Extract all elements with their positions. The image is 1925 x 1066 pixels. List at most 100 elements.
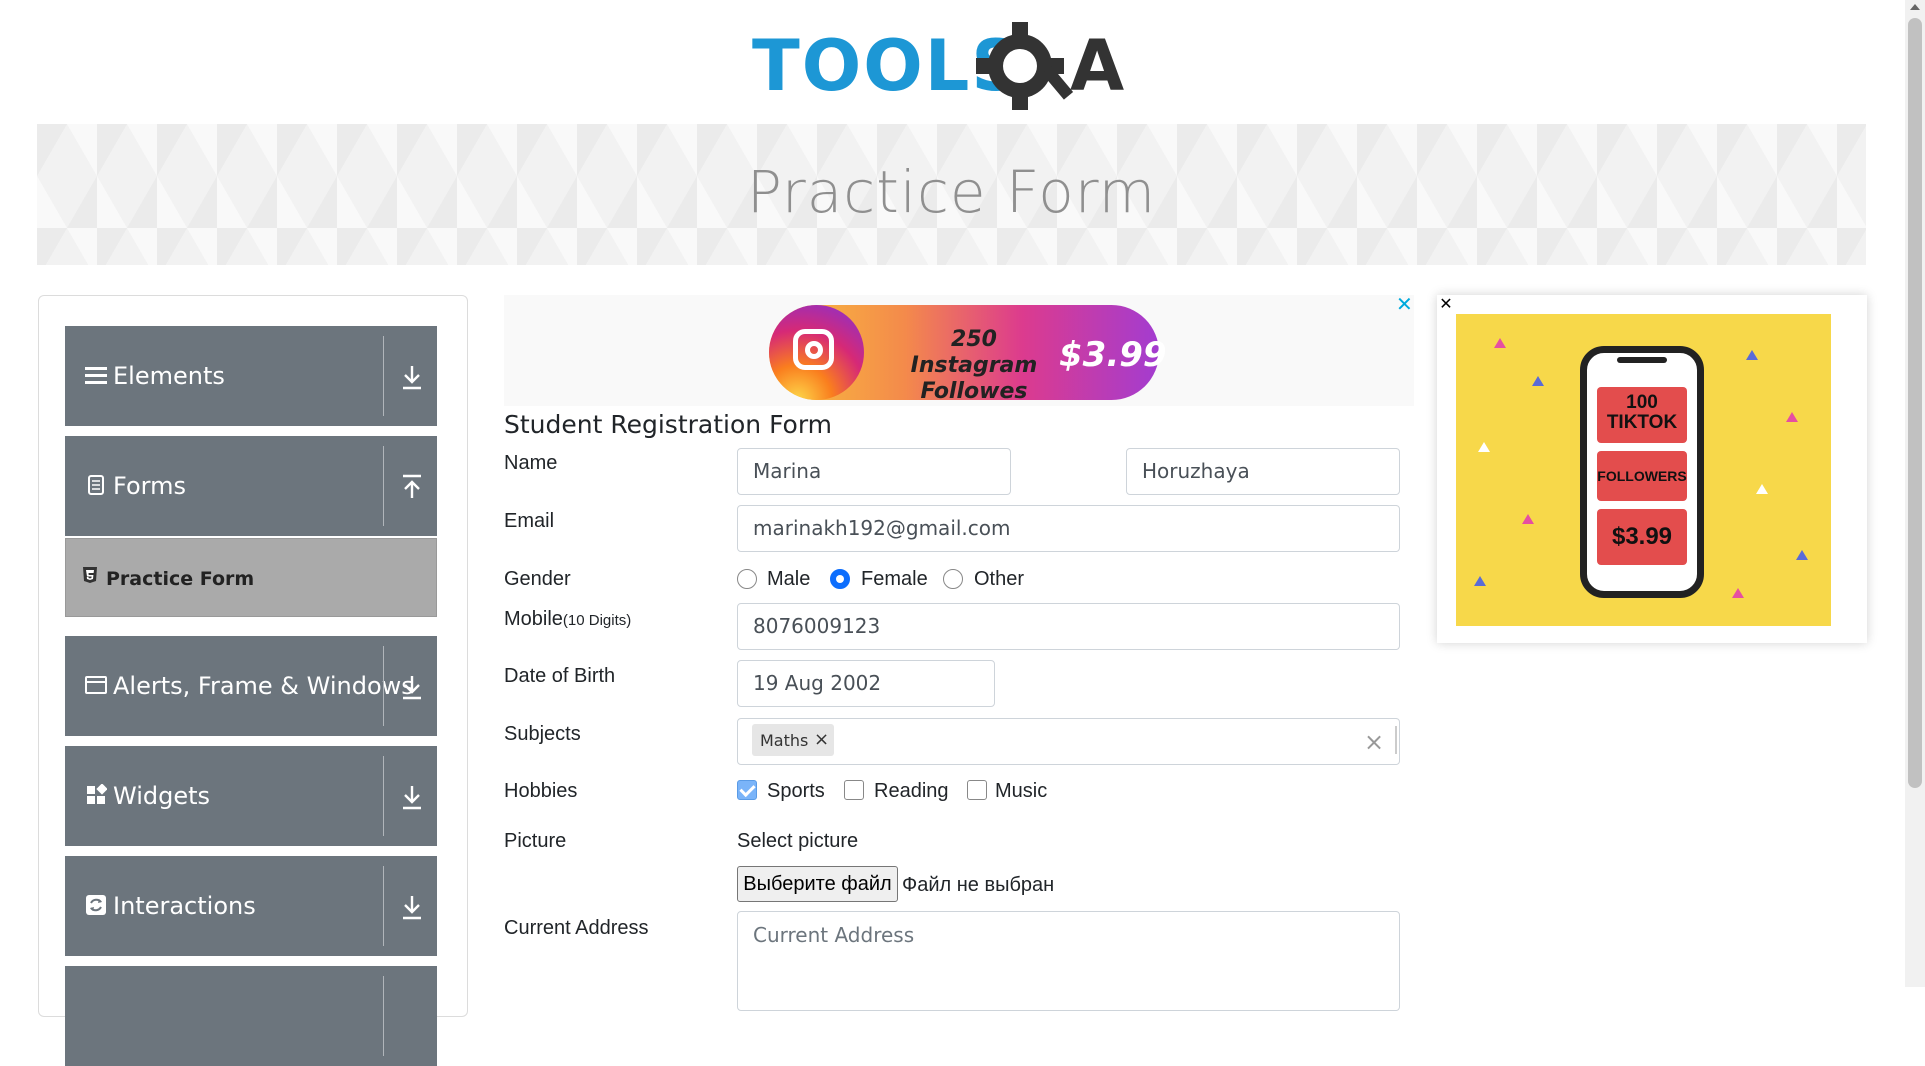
gender-label: Gender: [504, 568, 571, 590]
divider: [1395, 726, 1397, 754]
divider: [383, 756, 384, 836]
email-label: Email: [504, 510, 555, 532]
confetti: [1522, 514, 1534, 524]
choose-file-button[interactable]: Выберите файл: [737, 866, 898, 902]
divider: [383, 336, 384, 416]
sidebar-item-practice-form[interactable]: Practice Form: [65, 538, 437, 617]
gender-female-radio[interactable]: [830, 569, 850, 589]
sidebar-group-alerts[interactable]: Alerts, Frame & Windows: [65, 636, 437, 736]
confetti: [1756, 484, 1768, 494]
file-status: Файл не выбран: [902, 874, 1055, 896]
sidebar-group-next[interactable]: [65, 966, 437, 1066]
confetti: [1746, 350, 1758, 360]
scroll-up-icon[interactable]: [1910, 4, 1920, 10]
divider: [383, 646, 384, 726]
download-arrow-icon: [403, 676, 421, 700]
hobby-reading-checkbox[interactable]: [844, 780, 864, 800]
ad-price: $3.99: [1597, 509, 1687, 565]
svg-text:A: A: [1070, 25, 1124, 107]
ad-text: FOLLOWERS: [1597, 451, 1687, 501]
confetti: [1532, 376, 1544, 386]
phone-notch: [1617, 357, 1667, 363]
page-banner: Practice Form: [37, 124, 1866, 265]
gender-option-label[interactable]: Male: [767, 568, 810, 591]
sidebar-group-label: Interactions: [113, 892, 256, 920]
sidebar-group-label: Alerts, Frame & Windows: [113, 672, 414, 700]
sidebar-item-label: Practice Form: [106, 568, 255, 590]
sidebar-group-elements[interactable]: Elements: [65, 326, 437, 426]
chip-remove-icon[interactable]: ×: [814, 729, 829, 750]
confetti: [1796, 550, 1808, 560]
gender-option-label[interactable]: Female: [861, 568, 928, 591]
hamburger-icon: [85, 367, 107, 384]
last-name-input[interactable]: Horuzhaya: [1126, 448, 1400, 495]
widgets-icon: [87, 784, 107, 804]
date-of-birth-input[interactable]: 19 Aug 2002: [737, 660, 995, 707]
mobile-hint: (10 Digits): [562, 612, 632, 629]
mobile-label-text: Mobile: [504, 608, 563, 630]
current-address-textarea[interactable]: Current Address: [737, 911, 1400, 1011]
hobby-option-label[interactable]: Music: [995, 780, 1047, 803]
close-icon[interactable]: ✕: [1437, 295, 1455, 315]
form-title: Student Registration Form: [504, 410, 833, 439]
ad-text: 100 TIKTOK: [1597, 387, 1687, 443]
ad-image: 100 TIKTOK FOLLOWERS $3.99: [1456, 314, 1831, 626]
close-icon[interactable]: ✕: [1396, 292, 1413, 316]
instagram-icon: [769, 305, 864, 400]
sidebar-group-label: Forms: [113, 472, 186, 500]
ad-text: 250 Instagram Followes: [910, 327, 1038, 404]
confetti: [1786, 412, 1798, 422]
upload-arrow-icon: [403, 474, 421, 498]
sidebar-group-label: Elements: [113, 362, 225, 390]
gender-male-radio[interactable]: [737, 569, 757, 589]
confetti: [1494, 338, 1506, 348]
ad-price: $3.99: [1059, 335, 1167, 375]
divider: [383, 866, 384, 946]
hobby-sports-checkbox[interactable]: [737, 780, 757, 800]
address-label: Current Address: [504, 917, 649, 939]
clear-icon[interactable]: ×: [1364, 728, 1384, 756]
confetti: [1478, 442, 1490, 452]
window-icon: [85, 676, 107, 694]
name-label: Name: [504, 452, 558, 474]
sidebar-group-widgets[interactable]: Widgets: [65, 746, 437, 846]
subjects-label: Subjects: [504, 723, 581, 745]
download-arrow-icon: [403, 896, 421, 920]
confetti: [1474, 576, 1486, 586]
dob-label: Date of Birth: [504, 665, 616, 687]
email-input[interactable]: marinakh192@gmail.com: [737, 505, 1400, 552]
sidebar-group-label: Widgets: [113, 782, 211, 810]
page-scrollbar[interactable]: [1905, 0, 1925, 987]
html5-icon: [83, 567, 97, 583]
mobile-input[interactable]: 8076009123: [737, 603, 1400, 650]
subject-chip-label: Maths: [760, 731, 809, 750]
sidebar-group-forms[interactable]: Forms: [65, 436, 437, 536]
ad-pill: 250 Instagram Followes $3.99: [769, 305, 1167, 404]
hobby-option-label[interactable]: Reading: [874, 780, 949, 803]
picture-label: Picture: [504, 830, 567, 852]
gender-other-radio[interactable]: [943, 569, 963, 589]
interactions-icon: [86, 895, 106, 915]
hobby-music-checkbox[interactable]: [967, 780, 987, 800]
sidebar-group-interactions[interactable]: Interactions: [65, 856, 437, 956]
hobby-option-label[interactable]: Sports: [767, 780, 825, 803]
first-name-input[interactable]: Marina: [737, 448, 1011, 495]
sidebar: Elements Forms Practice Form Alerts, Fra…: [38, 295, 468, 1066]
gender-option-label[interactable]: Other: [974, 568, 1024, 591]
page-title: Practice Form: [746, 158, 1157, 226]
scrollbar-thumb[interactable]: [1908, 18, 1922, 788]
subject-chip: Maths ×: [752, 724, 834, 756]
tiktok-ad[interactable]: 100 TIKTOK FOLLOWERS $3.99: [1437, 295, 1867, 643]
subjects-input[interactable]: [737, 718, 1400, 765]
toolsqa-logo[interactable]: TOOLS A: [752, 18, 1157, 113]
download-arrow-icon: [403, 786, 421, 810]
divider: [383, 976, 384, 1056]
document-icon: [88, 475, 104, 495]
divider: [383, 446, 384, 526]
instagram-ad[interactable]: 250 Instagram Followes $3.99: [504, 295, 1414, 406]
mobile-label: Mobile(10 Digits): [504, 608, 631, 631]
download-arrow-icon: [403, 366, 421, 390]
select-picture-label: Select picture: [737, 830, 859, 852]
confetti: [1732, 588, 1744, 598]
hobbies-label: Hobbies: [504, 780, 578, 802]
